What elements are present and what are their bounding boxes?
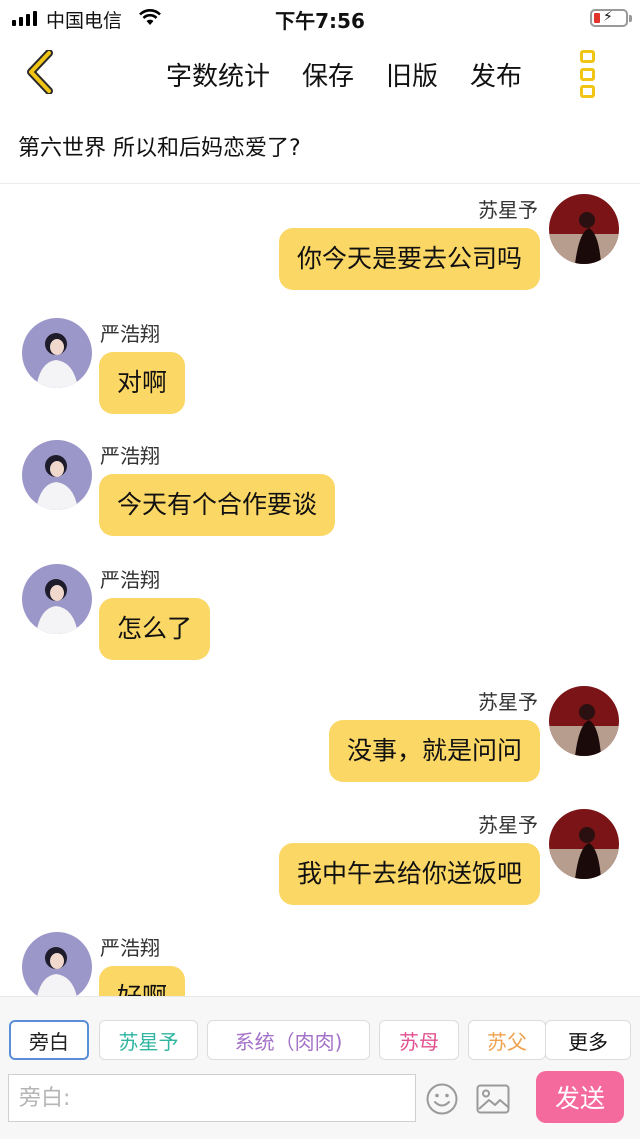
- avatar-yan-haoxiang[interactable]: [22, 440, 92, 510]
- avatar-su-xingyu[interactable]: [549, 194, 619, 264]
- sender-name: 严浩翔: [100, 936, 160, 960]
- send-button[interactable]: 发送: [536, 1071, 624, 1123]
- battery-icon: ⚡: [590, 9, 632, 27]
- sender-name: 严浩翔: [100, 322, 160, 346]
- old-version-button[interactable]: 旧版: [386, 56, 438, 93]
- sender-name: 严浩翔: [100, 444, 160, 468]
- role-chip-su-xingyu[interactable]: 苏星予: [99, 1020, 198, 1060]
- back-button[interactable]: [14, 46, 66, 98]
- composer: 发送: [0, 1071, 640, 1130]
- role-chip-su-mother[interactable]: 苏母: [379, 1020, 459, 1060]
- sender-name: 严浩翔: [100, 568, 160, 592]
- more-menu-icon[interactable]: [580, 50, 598, 98]
- role-chip-su-father[interactable]: 苏父: [468, 1020, 546, 1060]
- status-bar: 中国电信 下午7:56 ⚡: [0, 0, 640, 36]
- status-time: 下午7:56: [275, 9, 365, 33]
- avatar-su-xingyu[interactable]: [549, 809, 619, 879]
- avatar-su-xingyu[interactable]: [549, 686, 619, 756]
- role-chip-narration[interactable]: 旁白: [9, 1020, 89, 1060]
- chapter-title: 第六世界 所以和后妈恋爱了?: [18, 136, 301, 161]
- sender-name: 苏星予: [478, 690, 538, 714]
- avatar-yan-haoxiang[interactable]: [22, 932, 92, 996]
- message-bubble[interactable]: 对啊: [99, 352, 186, 414]
- role-chip-system[interactable]: 系统（肉肉): [207, 1020, 370, 1060]
- publish-button[interactable]: 发布: [470, 56, 522, 93]
- message-bubble[interactable]: 好啊: [99, 966, 186, 996]
- save-button[interactable]: 保存: [302, 56, 354, 93]
- image-icon[interactable]: [476, 1084, 510, 1114]
- back-chevron-icon: [27, 50, 53, 94]
- message-bubble[interactable]: 今天有个合作要谈: [99, 474, 336, 536]
- message-bubble[interactable]: 你今天是要去公司吗: [278, 228, 540, 290]
- message-bubble[interactable]: 我中午去给你送饭吧: [278, 843, 540, 905]
- message-bubble[interactable]: 没事，就是问问: [328, 720, 540, 782]
- message-list[interactable]: 苏星予 你今天是要去公司吗 严浩翔 对啊 严浩翔 今天有个合作要谈 严浩翔 怎么…: [0, 184, 640, 996]
- avatar-yan-haoxiang[interactable]: [22, 318, 92, 388]
- nav-actions: 字数统计 保存 旧版 发布: [166, 56, 522, 93]
- sender-name: 苏星予: [478, 198, 538, 222]
- sender-name: 苏星予: [478, 813, 538, 837]
- nav-bar: 字数统计 保存 旧版 发布: [0, 36, 640, 108]
- message-bubble[interactable]: 怎么了: [99, 598, 211, 660]
- more-roles-button[interactable]: 更多: [545, 1020, 631, 1060]
- word-count-button[interactable]: 字数统计: [166, 56, 270, 93]
- message-input[interactable]: [8, 1074, 416, 1122]
- avatar-yan-haoxiang[interactable]: [22, 564, 92, 634]
- emoji-icon[interactable]: [425, 1082, 459, 1116]
